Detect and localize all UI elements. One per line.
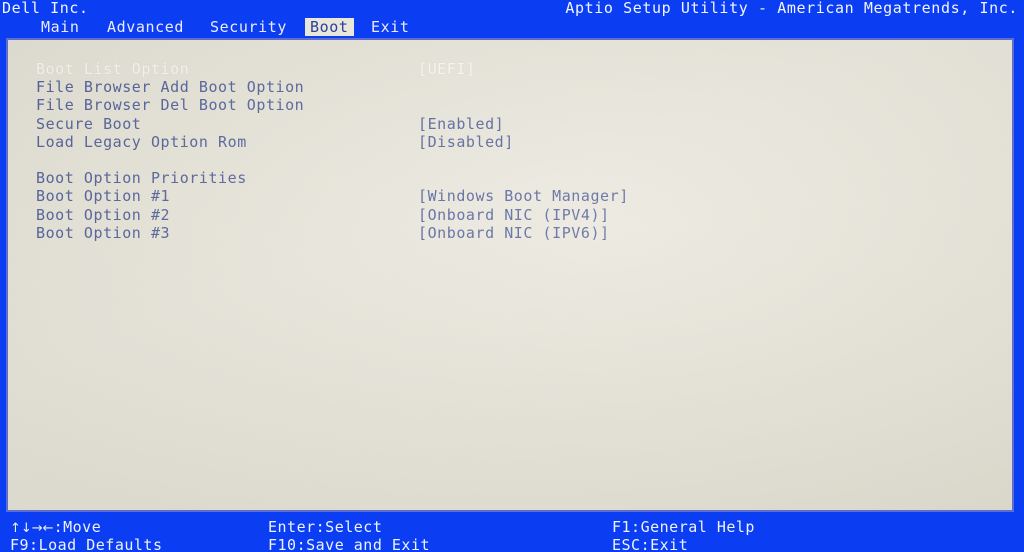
setting-row[interactable]: Boot Option #2 [Onboard NIC (IPV4)]	[8, 206, 1012, 224]
setting-label: File Browser Del Boot Option	[36, 96, 305, 115]
setting-value[interactable]: [UEFI]	[418, 60, 476, 78]
vendor-name: Dell Inc.	[2, 0, 89, 17]
setting-label: File Browser Add Boot Option	[36, 78, 305, 97]
setting-row[interactable]: Load Legacy Option Rom [Disabled]	[8, 133, 1012, 151]
setting-label: Boot Option #2	[36, 205, 171, 224]
setting-row[interactable]: Boot Option #3 [Onboard NIC (IPV6)]	[8, 224, 1012, 242]
tab-advanced[interactable]: Advanced	[102, 18, 189, 37]
setting-row[interactable]: Boot Option #1 [Windows Boot Manager]	[8, 187, 1012, 205]
setting-value[interactable]: [Disabled]	[418, 133, 514, 151]
setting-row[interactable]: Boot Option Priorities	[8, 169, 1012, 187]
setting-label: Boot List Option	[36, 60, 190, 78]
menu-tab-bar: Main Advanced Security Boot Exit	[0, 17, 1024, 38]
key-legend-bar: ↑↓→←:Move Enter:Select F1:General Help F…	[0, 516, 1024, 552]
settings-list: Boot List Option [UEFI] File Browser Add B…	[8, 40, 1012, 510]
setting-row[interactable]: File Browser Add Boot Option	[8, 78, 1012, 96]
tab-exit[interactable]: Exit	[366, 18, 415, 37]
setting-label: Secure Boot	[36, 114, 142, 133]
legend-move: ↑↓→←:Move	[10, 518, 101, 538]
setting-row[interactable]: Boot List Option [UEFI]	[8, 60, 1012, 78]
content-panel: Boot List Option [UEFI] File Browser Add B…	[3, 36, 1019, 515]
utility-title: Aptio Setup Utility - American Megatrend…	[565, 0, 1018, 17]
bios-setup-screen: Dell Inc. Aptio Setup Utility - American…	[0, 0, 1024, 552]
arrow-keys-icon: ↑↓→←	[10, 521, 54, 536]
legend-esc-exit: ESC:Exit	[612, 536, 689, 552]
setting-label: Load Legacy Option Rom	[36, 132, 247, 151]
header-bar: Dell Inc. Aptio Setup Utility - American…	[0, 0, 1024, 17]
setting-label: Boot Option #3	[36, 223, 171, 242]
legend-move-label: :Move	[53, 518, 102, 536]
setting-row[interactable]: Secure Boot [Enabled]	[8, 115, 1012, 133]
tab-main[interactable]: Main	[36, 18, 85, 37]
content-panel-inner: Boot List Option [UEFI] File Browser Add B…	[8, 40, 1012, 510]
legend-save-and-exit: F10:Save and Exit	[268, 536, 431, 552]
legend-general-help: F1:General Help	[612, 518, 755, 536]
setting-value[interactable]: [Enabled]	[418, 115, 504, 133]
setting-value[interactable]: [Onboard NIC (IPV4)]	[418, 206, 610, 224]
setting-row[interactable]: File Browser Del Boot Option	[8, 96, 1012, 114]
setting-value[interactable]: [Windows Boot Manager]	[418, 187, 629, 205]
setting-value[interactable]: [Onboard NIC (IPV6)]	[418, 224, 610, 242]
setting-label: Boot Option #1	[36, 187, 171, 206]
tab-security[interactable]: Security	[205, 18, 292, 37]
legend-load-defaults: F9:Load Defaults	[10, 536, 163, 552]
content-panel-border: Boot List Option [UEFI] File Browser Add B…	[6, 38, 1014, 512]
setting-label: Boot Option Priorities	[36, 169, 247, 188]
legend-enter-select: Enter:Select	[268, 518, 383, 536]
tab-boot[interactable]: Boot	[305, 18, 354, 37]
